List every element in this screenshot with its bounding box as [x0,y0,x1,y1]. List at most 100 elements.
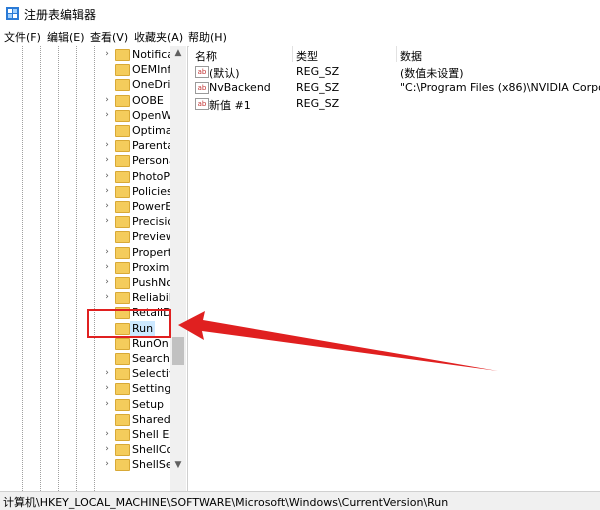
expand-chevron-icon[interactable]: › [103,398,111,410]
column-separator[interactable] [396,46,397,62]
menu-file[interactable]: 文件(F) [4,29,41,45]
expand-chevron-icon[interactable] [103,337,111,349]
expand-chevron-icon[interactable] [103,413,111,425]
menu-favorites[interactable]: 收藏夹(A) [134,29,183,45]
expand-chevron-icon[interactable] [103,63,111,75]
folder-icon [115,261,130,274]
tree-item[interactable]: Optimal [103,123,173,138]
tree-item[interactable]: › PhotoPr [103,169,173,184]
tree-item-label: Shell Ex [132,428,173,441]
folder-icon [115,459,130,472]
expand-chevron-icon[interactable]: › [103,48,111,60]
column-separator[interactable] [292,46,293,62]
tree-item[interactable]: OneDriv [103,77,173,92]
tree-scrollbar[interactable]: ▲ ▼ [170,46,186,491]
registry-tree[interactable]: › Notifica OEMInfoOneDriv › OOBE › OpenW Optima… [0,46,188,491]
scroll-down-icon[interactable]: ▼ [170,458,186,472]
folder-icon [115,383,130,396]
tree-item[interactable]: › Parenta [103,138,173,153]
tree-item-label: Policies [132,184,173,198]
expand-chevron-icon[interactable]: › [103,154,111,166]
folder-icon [115,353,130,365]
folder-icon [115,231,130,244]
folder-icon [115,79,130,92]
expand-chevron-icon[interactable]: › [103,291,111,303]
tree-item[interactable]: › OpenW [103,108,173,123]
tree-item[interactable]: › Propert [103,245,173,260]
folder-icon [115,398,130,411]
expand-chevron-icon[interactable]: › [103,382,111,394]
value-row[interactable]: ab NvBackend REG_SZ "C:\Program Files (x… [189,80,600,96]
expand-chevron-icon[interactable]: › [103,261,111,273]
folder-icon [115,170,130,183]
tree-item-label: Persona [132,154,173,168]
expand-chevron-icon[interactable]: › [103,246,111,258]
column-header-data[interactable]: 数据 [400,48,422,64]
value-data: "C:\Program Files (x86)\NVIDIA Corpora [400,81,600,94]
expand-chevron-icon[interactable]: › [103,443,111,455]
tree-item[interactable]: › PowerE [103,199,173,214]
tree-item[interactable]: › Shell Ex [103,427,173,442]
expand-chevron-icon[interactable]: › [103,215,111,227]
menu-help[interactable]: 帮助(H) [188,29,227,45]
folder-icon [115,49,130,61]
expand-chevron-icon[interactable] [103,352,111,364]
tree-item[interactable]: Preview [103,229,173,244]
tree-item[interactable]: Search [103,351,173,366]
tree-item[interactable]: › Reliabil [103,290,173,305]
tree-item[interactable]: › OOBE [103,93,173,108]
folder-icon [115,429,130,441]
value-data: (数值未设置) [400,67,464,80]
value-row[interactable]: ab (默认) REG_SZ (数值未设置) [189,64,600,80]
tree-item[interactable]: SharedD [103,412,173,427]
expand-chevron-icon[interactable]: › [103,109,111,121]
expand-chevron-icon[interactable]: › [103,200,111,212]
tree-item-label: OneDriv [132,78,173,92]
expand-chevron-icon[interactable] [103,124,111,136]
expand-chevron-icon[interactable]: › [103,276,111,288]
tree-item[interactable]: › Policies [103,184,173,199]
tree-item[interactable]: › Notifica [103,47,173,62]
folder-icon [115,444,130,457]
expand-chevron-icon[interactable]: › [103,458,111,470]
tree-item[interactable]: › Settings [103,381,173,396]
status-bar: 计算机\HKEY_LOCAL_MACHINE\SOFTWARE\Microsof… [0,491,600,510]
tree-item-label: Parenta [132,139,173,153]
scroll-up-icon[interactable]: ▲ [170,46,186,60]
tree-guide-line [76,46,77,491]
expand-chevron-icon[interactable]: › [103,94,111,106]
folder-icon [115,94,130,107]
tree-item[interactable]: › Proximi [103,260,173,275]
expand-chevron-icon[interactable]: › [103,367,111,379]
menu-edit[interactable]: 编辑(E) [47,29,85,45]
column-header-name[interactable]: 名称 [195,48,217,64]
tree-item[interactable]: OEMInfo [103,62,173,77]
expand-chevron-icon[interactable]: › [103,170,111,182]
tree-item[interactable]: › Setup [103,397,173,412]
tree-item[interactable]: › PushNo [103,275,173,290]
tree-item-label: Propert [132,245,173,259]
tree-item[interactable]: › ShellSer [103,457,173,472]
value-row[interactable]: ab 新值 #1 REG_SZ [189,96,600,112]
scroll-thumb[interactable] [172,337,184,365]
expand-chevron-icon[interactable]: › [103,428,111,440]
values-pane[interactable]: 名称 类型 数据 ab (默认) REG_SZ (数值未设置) ab NvBac… [189,46,600,491]
expand-chevron-icon[interactable]: › [103,185,111,197]
expand-chevron-icon[interactable] [103,78,111,90]
tree-item[interactable]: RunOn [103,336,173,351]
menu-view[interactable]: 查看(V) [90,29,128,45]
tree-item[interactable]: › ShellCo [103,442,173,457]
column-header-type[interactable]: 类型 [296,48,318,64]
expand-chevron-icon[interactable]: › [103,139,111,151]
regedit-app-icon [6,7,19,20]
tree-item[interactable]: › Selectiv [103,366,173,381]
tree-item-label: ShellCo [132,443,173,457]
tree-item-label: SharedD [132,412,173,426]
folder-icon [115,64,130,77]
folder-icon [115,140,130,153]
expand-chevron-icon[interactable] [103,230,111,242]
tree-item-label: Selectiv [132,367,173,381]
tree-item[interactable]: › Persona [103,153,173,168]
tree-item[interactable]: › Precisio [103,214,173,229]
tree-item-label: Precisio [132,215,173,229]
